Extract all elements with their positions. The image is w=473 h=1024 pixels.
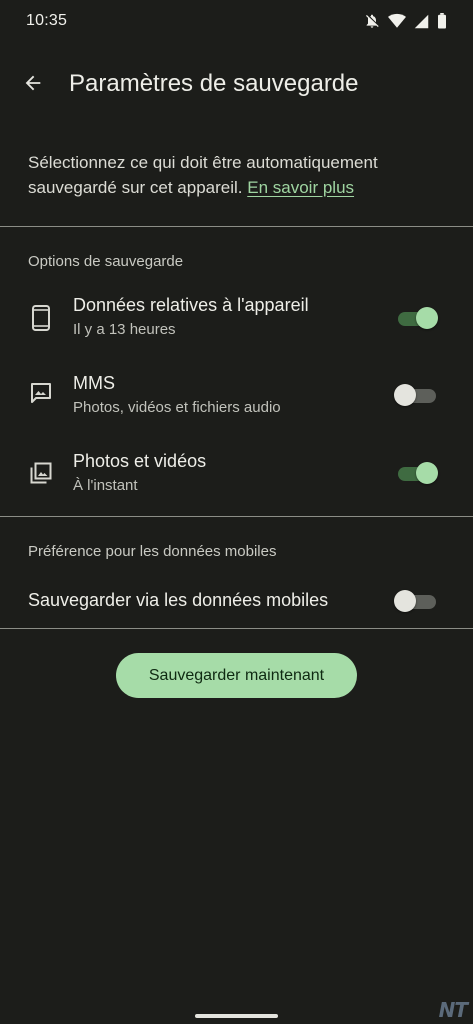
option-row-mms[interactable]: MMS Photos, vidéos et fichiers audio: [0, 363, 473, 433]
mobile-data-row[interactable]: Sauvegarder via les données mobiles: [0, 578, 473, 624]
option-title: MMS: [73, 373, 115, 393]
backup-now-button[interactable]: Sauvegarder maintenant: [116, 653, 357, 698]
phone-icon: [28, 304, 54, 332]
status-icons: [364, 13, 447, 29]
toggle-device-data[interactable]: [398, 306, 438, 330]
status-bar: 10:35: [0, 0, 473, 44]
divider: [0, 226, 473, 227]
option-title: Photos et vidéos: [73, 451, 207, 471]
gesture-navigation-bar[interactable]: [195, 1014, 278, 1018]
option-subtitle: Photos, vidéos et fichiers audio: [73, 399, 281, 416]
arrow-back-icon: [22, 72, 44, 99]
option-row-device-data[interactable]: Données relatives à l'appareil Il y a 13…: [0, 285, 473, 355]
notifications-off-icon: [364, 13, 380, 29]
option-row-photos-videos[interactable]: Photos et vidéos À l'instant: [0, 441, 473, 511]
option-title: Données relatives à l'appareil: [73, 295, 309, 315]
section-header-mobile-data: Préférence pour les données mobiles: [28, 543, 277, 560]
status-time: 10:35: [26, 12, 68, 29]
option-subtitle: À l'instant: [73, 477, 138, 494]
mms-icon: [28, 379, 54, 407]
signal-icon: [414, 14, 429, 29]
app-bar: Paramètres de sauvegarde: [0, 56, 473, 114]
learn-more-link[interactable]: En savoir plus: [247, 178, 354, 197]
toggle-mobile-data[interactable]: [394, 589, 438, 613]
mobile-data-label: Sauvegarder via les données mobiles: [28, 590, 329, 610]
section-header-backup-options: Options de sauvegarde: [28, 253, 184, 270]
toggle-photos-videos[interactable]: [398, 461, 438, 485]
photo-library-icon: [28, 459, 54, 487]
divider: [0, 516, 473, 517]
page-title: Paramètres de sauvegarde: [69, 70, 359, 97]
watermark-logo: NT: [438, 998, 468, 1022]
battery-icon: [437, 13, 447, 29]
back-button[interactable]: [14, 66, 52, 104]
intro-text: Sélectionnez ce qui doit être automatiqu…: [28, 150, 448, 200]
wifi-icon: [388, 13, 406, 29]
divider: [0, 628, 473, 629]
toggle-mms[interactable]: [394, 383, 438, 407]
option-subtitle: Il y a 13 heures: [73, 321, 176, 338]
